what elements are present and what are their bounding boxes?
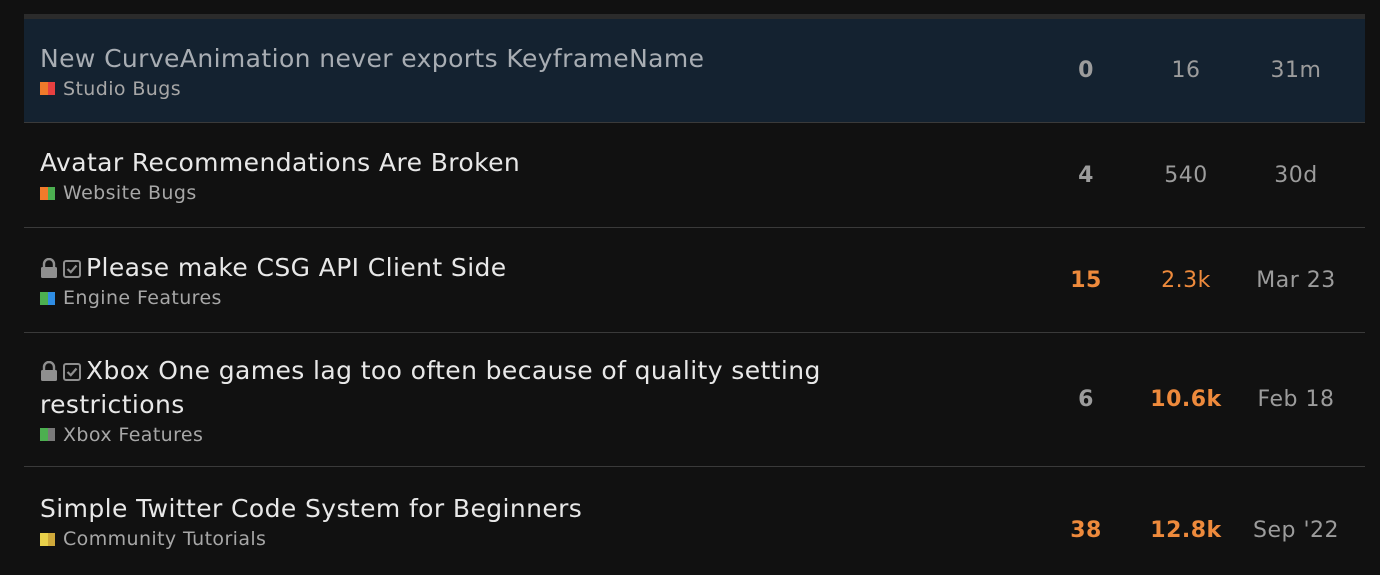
- activity-time[interactable]: 31m: [1240, 19, 1352, 122]
- topic-main: Please make CSG API Client Side Engine F…: [24, 251, 1034, 309]
- checkbox-icon: [63, 260, 81, 278]
- topic-list: New CurveAnimation never exports Keyfram…: [24, 19, 1365, 557]
- replies-count: 4: [1078, 162, 1094, 188]
- topic-title-link[interactable]: Please make CSG API Client Side: [86, 253, 507, 282]
- lock-icon: [40, 258, 58, 278]
- topic-title-link[interactable]: Xbox One games lag too often because of …: [40, 356, 821, 419]
- topic-main: New CurveAnimation never exports Keyfram…: [24, 42, 1034, 100]
- category-name: Studio Bugs: [63, 77, 181, 100]
- replies-count: 6: [1078, 387, 1094, 412]
- topic-row[interactable]: Xbox One games lag too often because of …: [24, 333, 1365, 467]
- activity-time[interactable]: Mar 23: [1240, 228, 1352, 332]
- category-color-swatch: [40, 82, 55, 95]
- replies-count: 15: [1070, 267, 1102, 293]
- category-name: Website Bugs: [63, 182, 197, 204]
- activity-time[interactable]: Sep '22: [1240, 467, 1352, 575]
- lock-icon: [40, 360, 58, 381]
- views-count: 540: [1164, 162, 1208, 188]
- checkbox-icon: [63, 362, 81, 381]
- topic-main: Avatar Recommendations Are Broken Websit…: [24, 146, 1034, 204]
- topic-row[interactable]: Simple Twitter Code System for Beginners…: [24, 467, 1365, 557]
- replies-count: 0: [1078, 58, 1094, 83]
- topic-title-link[interactable]: Simple Twitter Code System for Beginners: [40, 494, 582, 523]
- topic-main: Simple Twitter Code System for Beginners…: [24, 474, 1034, 550]
- category-name: Community Tutorials: [63, 528, 267, 550]
- views-count: 10.6k: [1150, 387, 1222, 412]
- category-badge[interactable]: Engine Features: [40, 287, 1024, 309]
- views-count: 2.3k: [1161, 267, 1211, 293]
- topic-row[interactable]: Avatar Recommendations Are Broken Websit…: [24, 123, 1365, 228]
- topic-row[interactable]: New CurveAnimation never exports Keyfram…: [24, 19, 1365, 123]
- category-badge[interactable]: Studio Bugs: [40, 78, 1024, 100]
- category-name: Xbox Features: [63, 423, 204, 446]
- views-count: 12.8k: [1150, 517, 1222, 543]
- category-color-swatch: [40, 186, 55, 200]
- topic-row[interactable]: Please make CSG API Client Side Engine F…: [24, 228, 1365, 333]
- category-name: Engine Features: [63, 287, 222, 309]
- category-color-swatch: [40, 532, 55, 546]
- views-count: 16: [1171, 58, 1201, 83]
- topic-title-link[interactable]: Avatar Recommendations Are Broken: [40, 148, 520, 177]
- activity-time[interactable]: 30d: [1240, 123, 1352, 227]
- category-badge[interactable]: Xbox Features: [40, 424, 1024, 446]
- activity-time[interactable]: Feb 18: [1240, 333, 1352, 466]
- category-color-swatch: [40, 428, 55, 441]
- topic-title-link[interactable]: New CurveAnimation never exports Keyfram…: [40, 44, 704, 73]
- category-badge[interactable]: Community Tutorials: [40, 528, 1024, 550]
- replies-count: 38: [1070, 517, 1102, 543]
- category-color-swatch: [40, 291, 55, 305]
- topic-main: Xbox One games lag too often because of …: [24, 354, 1034, 446]
- category-badge[interactable]: Website Bugs: [40, 182, 1024, 204]
